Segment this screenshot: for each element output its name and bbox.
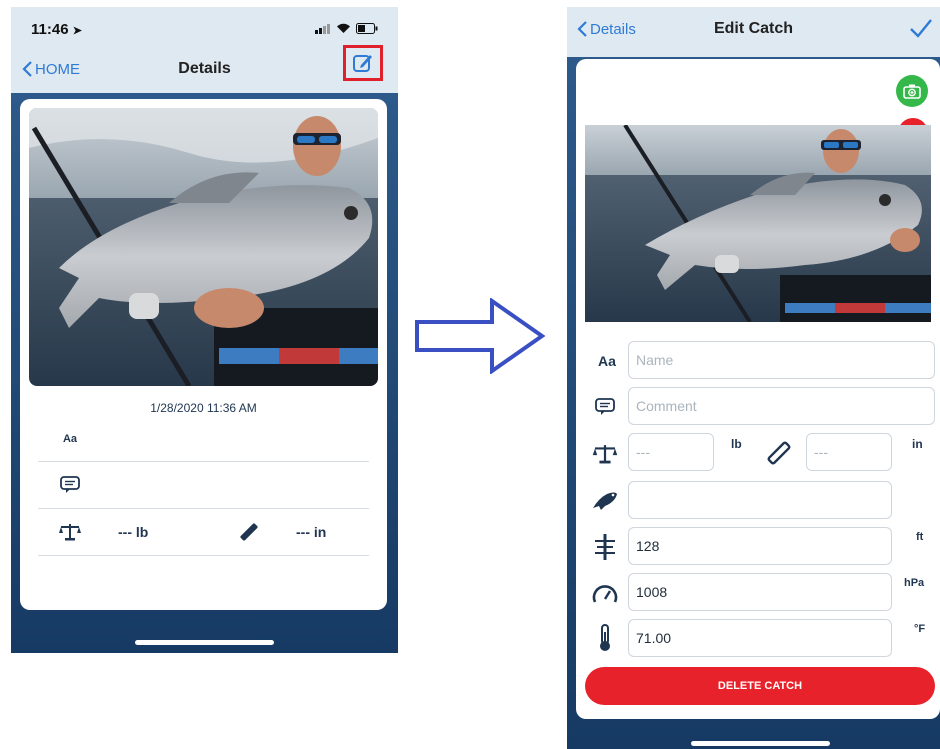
delete-catch-button[interactable]: DELETE CATCH bbox=[585, 667, 935, 705]
weight-field[interactable]: --- bbox=[628, 433, 714, 471]
fish-photo-image bbox=[585, 125, 931, 322]
fish-photo-image bbox=[29, 108, 378, 386]
home-indicator bbox=[135, 640, 274, 645]
catch-date: 1/28/2020 11:36 AM bbox=[150, 401, 257, 415]
temperature-unit: °F bbox=[914, 623, 926, 635]
home-indicator bbox=[691, 741, 830, 746]
divider bbox=[38, 508, 369, 509]
name-field[interactable]: Name bbox=[628, 341, 935, 379]
thermometer-icon bbox=[593, 623, 617, 653]
depth-unit: ft bbox=[916, 531, 924, 543]
catch-photo bbox=[29, 108, 378, 386]
page-title: Details bbox=[178, 60, 231, 77]
comment-icon bbox=[59, 475, 81, 495]
details-screen: 11:46 ➤ HOME Details 1/28/2020 11:36 AM … bbox=[11, 7, 398, 653]
save-checkmark-button[interactable] bbox=[909, 17, 935, 41]
name-icon: Aa bbox=[62, 433, 78, 445]
ruler-icon bbox=[766, 441, 792, 465]
weight-scale-icon bbox=[590, 443, 620, 465]
edit-catch-screen: Details Edit Catch Aa Name Comment --- l… bbox=[567, 7, 940, 749]
transition-arrow-icon bbox=[415, 298, 546, 374]
temperature-field[interactable]: 71.00 bbox=[628, 619, 892, 657]
checkmark-icon bbox=[910, 19, 932, 38]
details-card: 1/28/2020 11:36 AM Aa --- lb --- in bbox=[20, 99, 387, 610]
depth-icon bbox=[590, 533, 620, 561]
weight-scale-icon bbox=[57, 522, 83, 542]
depth-field[interactable]: 128 bbox=[628, 527, 892, 565]
delete-catch-label: DELETE CATCH bbox=[717, 680, 803, 692]
name-icon: Aa bbox=[598, 353, 616, 369]
catch-photo bbox=[585, 125, 931, 322]
edit-button[interactable] bbox=[343, 45, 383, 81]
fish-icon bbox=[590, 487, 620, 513]
divider bbox=[38, 555, 369, 556]
add-photo-button[interactable] bbox=[896, 75, 928, 107]
length-field[interactable]: --- bbox=[806, 433, 892, 471]
status-icons bbox=[315, 23, 378, 34]
comment-field[interactable]: Comment bbox=[628, 387, 935, 425]
signal-icon bbox=[315, 24, 330, 34]
comment-icon bbox=[594, 397, 616, 417]
edit-card: Aa Name Comment --- lb --- in 128 ft 100… bbox=[576, 59, 940, 719]
edit-navbar: Details Edit Catch bbox=[567, 17, 940, 41]
battery-icon bbox=[356, 23, 378, 34]
weight-unit: lb bbox=[731, 437, 742, 451]
pressure-gauge-icon bbox=[590, 581, 620, 607]
length-value: --- in bbox=[296, 524, 327, 540]
status-time: 11:46 ➤ bbox=[31, 21, 82, 38]
divider bbox=[38, 461, 369, 462]
species-field[interactable] bbox=[628, 481, 892, 519]
edit-icon bbox=[353, 55, 372, 72]
ruler-icon bbox=[238, 521, 260, 543]
weight-value: --- lb bbox=[118, 524, 149, 540]
camera-add-icon bbox=[903, 84, 921, 99]
pressure-unit: hPa bbox=[904, 577, 925, 589]
wifi-icon bbox=[337, 23, 350, 33]
details-navbar: HOME Details bbox=[11, 45, 398, 81]
page-title: Edit Catch bbox=[713, 20, 794, 37]
pressure-field[interactable]: 1008 bbox=[628, 573, 892, 611]
length-unit: in bbox=[912, 437, 923, 451]
